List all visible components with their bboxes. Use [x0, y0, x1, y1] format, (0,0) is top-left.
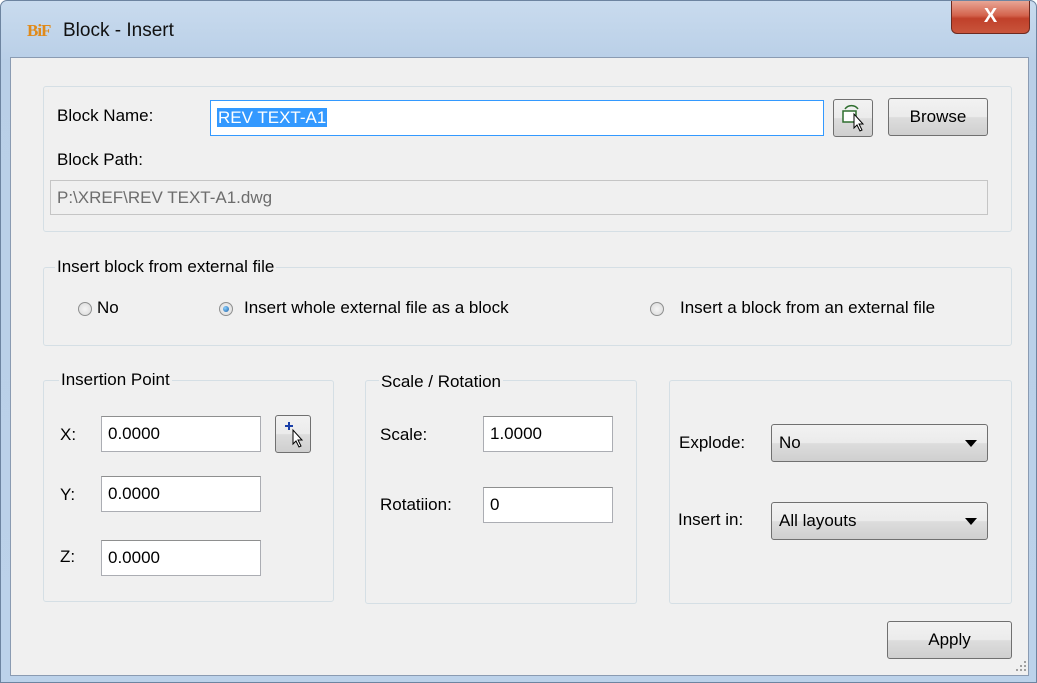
browse-button[interactable]: Browse — [888, 98, 988, 136]
y-input[interactable]: 0.0000 — [101, 476, 261, 512]
title-bar[interactable]: BiF Block - Insert X — [1, 1, 1036, 57]
insert-in-value: All layouts — [779, 511, 857, 530]
insert-in-label: Insert in: — [678, 510, 744, 529]
block-name-value: REV TEXT-A1 — [217, 108, 328, 127]
chevron-down-icon — [965, 440, 977, 447]
window-title: Block - Insert — [63, 20, 174, 41]
resize-grip-icon[interactable] — [1015, 660, 1027, 672]
block-name-label: Block Name: — [57, 106, 154, 125]
radio-whole-file[interactable] — [219, 302, 233, 316]
block-path-label: Block Path: — [57, 150, 143, 169]
x-input[interactable]: 0.0000 — [101, 416, 261, 452]
external-file-legend: Insert block from external file — [55, 257, 277, 277]
radio-block-from-file[interactable] — [650, 302, 664, 316]
z-input[interactable]: 0.0000 — [101, 540, 261, 576]
app-icon: BiF — [27, 21, 51, 40]
z-label: Z: — [60, 547, 76, 566]
explode-value: No — [779, 433, 801, 452]
block-path-field: P:\XREF\REV TEXT-A1.dwg — [50, 180, 988, 215]
chevron-down-icon — [965, 518, 977, 525]
explode-select[interactable]: No — [771, 424, 988, 462]
radio-no-label[interactable]: No — [97, 298, 119, 318]
close-icon: X — [983, 5, 998, 27]
close-button[interactable]: X — [951, 1, 1030, 34]
radio-no[interactable] — [78, 302, 92, 316]
options-group — [669, 380, 1012, 604]
select-block-button[interactable] — [833, 99, 873, 137]
y-label: Y: — [60, 485, 76, 504]
scale-label: Scale: — [380, 425, 428, 444]
x-label: X: — [60, 425, 77, 444]
pick-point-button[interactable] — [275, 415, 311, 453]
insertion-point-legend: Insertion Point — [59, 370, 172, 390]
insert-in-select[interactable]: All layouts — [771, 502, 988, 540]
radio-whole-file-label[interactable]: Insert whole external file as a block — [244, 298, 509, 318]
block-name-input[interactable]: REV TEXT-A1 — [210, 100, 824, 136]
select-block-icon — [842, 104, 865, 132]
rotation-label: Rotatiion: — [380, 495, 452, 514]
pick-point-icon — [285, 422, 304, 448]
radio-block-from-file-label[interactable]: Insert a block from an external file — [680, 298, 935, 318]
scale-input[interactable]: 1.0000 — [483, 416, 613, 452]
apply-button[interactable]: Apply — [887, 621, 1012, 659]
rotation-input[interactable]: 0 — [483, 487, 613, 523]
scale-rotation-legend: Scale / Rotation — [379, 372, 504, 392]
explode-label: Explode: — [679, 433, 746, 452]
